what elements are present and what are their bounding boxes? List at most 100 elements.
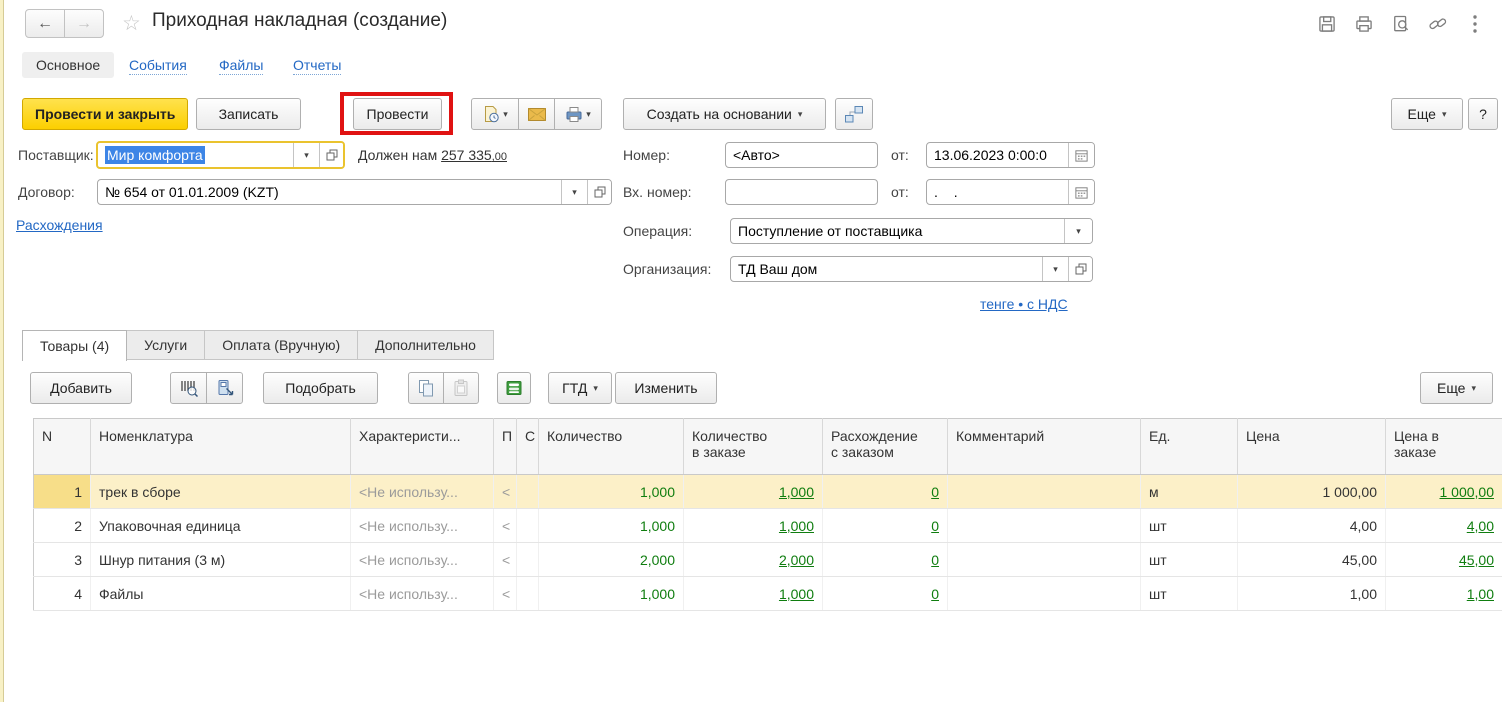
organization-dropdown-button[interactable]: ▾ (1042, 257, 1068, 281)
cell-characteristic[interactable]: <Не использу... (351, 543, 494, 577)
cell-qty_in_order[interactable]: 1,000 (684, 577, 823, 611)
gtd-button[interactable]: ГТД ▾ (548, 372, 612, 404)
add-row-button[interactable]: Добавить (30, 372, 132, 404)
cell-price_in_order[interactable]: 1,00 (1386, 577, 1502, 611)
column-header-price_in_order[interactable]: Цена в заказе (1386, 419, 1502, 475)
cell-qty[interactable]: 1,000 (539, 577, 684, 611)
cell-qty_in_order[interactable]: 1,000 (684, 509, 823, 543)
column-header-comment[interactable]: Комментарий (948, 419, 1141, 475)
send-email-button[interactable] (518, 98, 555, 130)
save-icon[interactable] (1316, 13, 1338, 35)
cell-discrepancy[interactable]: 0 (823, 509, 948, 543)
cell-name[interactable]: Шнур питания (3 м) (91, 543, 351, 577)
forward-button[interactable]: → (64, 9, 104, 38)
column-header-qty_in_order[interactable]: Количество в заказе (684, 419, 823, 475)
cell-comment[interactable] (948, 577, 1141, 611)
contract-open-button[interactable] (587, 180, 611, 204)
table-row[interactable]: 1трек в сборе<Не использу...<1,0001,0000… (34, 475, 1502, 509)
supplier-dropdown-button[interactable]: ▾ (293, 143, 319, 167)
post-button[interactable]: Провести (353, 98, 442, 130)
tab-payment[interactable]: Оплата (Вручную) (204, 330, 358, 360)
incoming-date-field[interactable]: . . (926, 179, 1095, 205)
cell-discrepancy[interactable]: 0 (823, 577, 948, 611)
cell-price_in_order[interactable]: 1 000,00 (1386, 475, 1502, 509)
cell-s[interactable] (517, 543, 539, 577)
tab-main[interactable]: Основное (22, 52, 114, 78)
cell-price[interactable]: 1 000,00 (1238, 475, 1386, 509)
column-header-characteristic[interactable]: Характеристи... (351, 419, 494, 475)
cell-price[interactable]: 45,00 (1238, 543, 1386, 577)
cell-price[interactable]: 4,00 (1238, 509, 1386, 543)
favorite-star-icon[interactable]: ☆ (122, 11, 141, 36)
cell-qty[interactable]: 1,000 (539, 475, 684, 509)
more-button-top[interactable]: Еще ▾ (1391, 98, 1463, 130)
cell-characteristic[interactable]: <Не использу... (351, 509, 494, 543)
column-header-name[interactable]: Номенклатура (91, 419, 351, 475)
write-button[interactable]: Записать (196, 98, 301, 130)
cell-n[interactable]: 3 (34, 543, 91, 577)
tab-goods[interactable]: Товары (4) (22, 330, 127, 361)
cell-discrepancy[interactable]: 0 (823, 543, 948, 577)
tab-services[interactable]: Услуги (126, 330, 205, 360)
posting-schedule-button[interactable]: ▾ (471, 98, 519, 130)
cell-name[interactable]: Упаковочная единица (91, 509, 351, 543)
number-field[interactable]: <Авто> (725, 142, 878, 168)
tab-reports[interactable]: Отчеты (293, 57, 341, 75)
column-header-discrepancy[interactable]: Расхождение с заказом (823, 419, 948, 475)
copy-rows-button[interactable] (408, 372, 444, 404)
create-based-on-button[interactable]: Создать на основании ▾ (623, 98, 826, 130)
cell-characteristic[interactable]: <Не использу... (351, 577, 494, 611)
print-icon[interactable] (1353, 13, 1375, 35)
cell-p[interactable]: < (494, 509, 517, 543)
column-header-p[interactable]: П (494, 419, 517, 475)
cell-qty_in_order[interactable]: 1,000 (684, 475, 823, 509)
operation-field[interactable]: Поступление от поставщика ▾ (730, 218, 1093, 244)
cell-n[interactable]: 2 (34, 509, 91, 543)
link-icon[interactable] (1427, 13, 1449, 35)
organization-field[interactable]: ТД Ваш дом ▾ (730, 256, 1093, 282)
tab-additional[interactable]: Дополнительно (357, 330, 494, 360)
cell-price_in_order[interactable]: 4,00 (1386, 509, 1502, 543)
contract-dropdown-button[interactable]: ▾ (561, 180, 587, 204)
cell-unit[interactable]: шт (1141, 543, 1238, 577)
preview-icon[interactable] (1390, 13, 1412, 35)
cell-p[interactable]: < (494, 577, 517, 611)
cell-price[interactable]: 1,00 (1238, 577, 1386, 611)
more-button-table[interactable]: Еще ▾ (1420, 372, 1493, 404)
cell-n[interactable]: 4 (34, 577, 91, 611)
tab-events[interactable]: События (129, 57, 187, 75)
date-field[interactable]: 13.06.2023 0:00:0 (926, 142, 1095, 168)
cell-comment[interactable] (948, 543, 1141, 577)
table-row[interactable]: 3Шнур питания (3 м)<Не использу...<2,000… (34, 543, 1502, 577)
cell-qty[interactable]: 2,000 (539, 543, 684, 577)
cell-name[interactable]: Файлы (91, 577, 351, 611)
cell-comment[interactable] (948, 509, 1141, 543)
incoming-date-calendar-button[interactable] (1068, 180, 1094, 204)
cell-name[interactable]: трек в сборе (91, 475, 351, 509)
more-menu-icon[interactable] (1464, 13, 1486, 35)
debt-amount-link[interactable]: 257 335,00 (441, 147, 507, 163)
supplier-field[interactable]: Мир комфорта ▾ (96, 141, 345, 169)
contract-field[interactable]: № 654 от 01.01.2009 (KZT) ▾ (97, 179, 612, 205)
cell-p[interactable]: < (494, 543, 517, 577)
discrepancies-link[interactable]: Расхождения (16, 217, 103, 233)
column-header-n[interactable]: N (34, 419, 91, 475)
post-and-close-button[interactable]: Провести и закрыть (22, 98, 188, 130)
paste-rows-button[interactable] (443, 372, 479, 404)
cell-comment[interactable] (948, 475, 1141, 509)
operation-dropdown-button[interactable]: ▾ (1064, 219, 1092, 243)
edit-row-button[interactable]: Изменить (615, 372, 717, 404)
column-header-unit[interactable]: Ед. (1141, 419, 1238, 475)
back-button[interactable]: ← (25, 9, 65, 38)
cell-n[interactable]: 1 (34, 475, 91, 509)
cell-characteristic[interactable]: <Не использу... (351, 475, 494, 509)
column-header-qty[interactable]: Количество (539, 419, 684, 475)
barcode-scan-button[interactable] (170, 372, 207, 404)
organization-open-button[interactable] (1068, 257, 1092, 281)
cell-qty[interactable]: 1,000 (539, 509, 684, 543)
cell-s[interactable] (517, 475, 539, 509)
related-documents-button[interactable] (835, 98, 873, 130)
cell-unit[interactable]: шт (1141, 509, 1238, 543)
cell-s[interactable] (517, 577, 539, 611)
print-document-button[interactable]: ▾ (554, 98, 602, 130)
